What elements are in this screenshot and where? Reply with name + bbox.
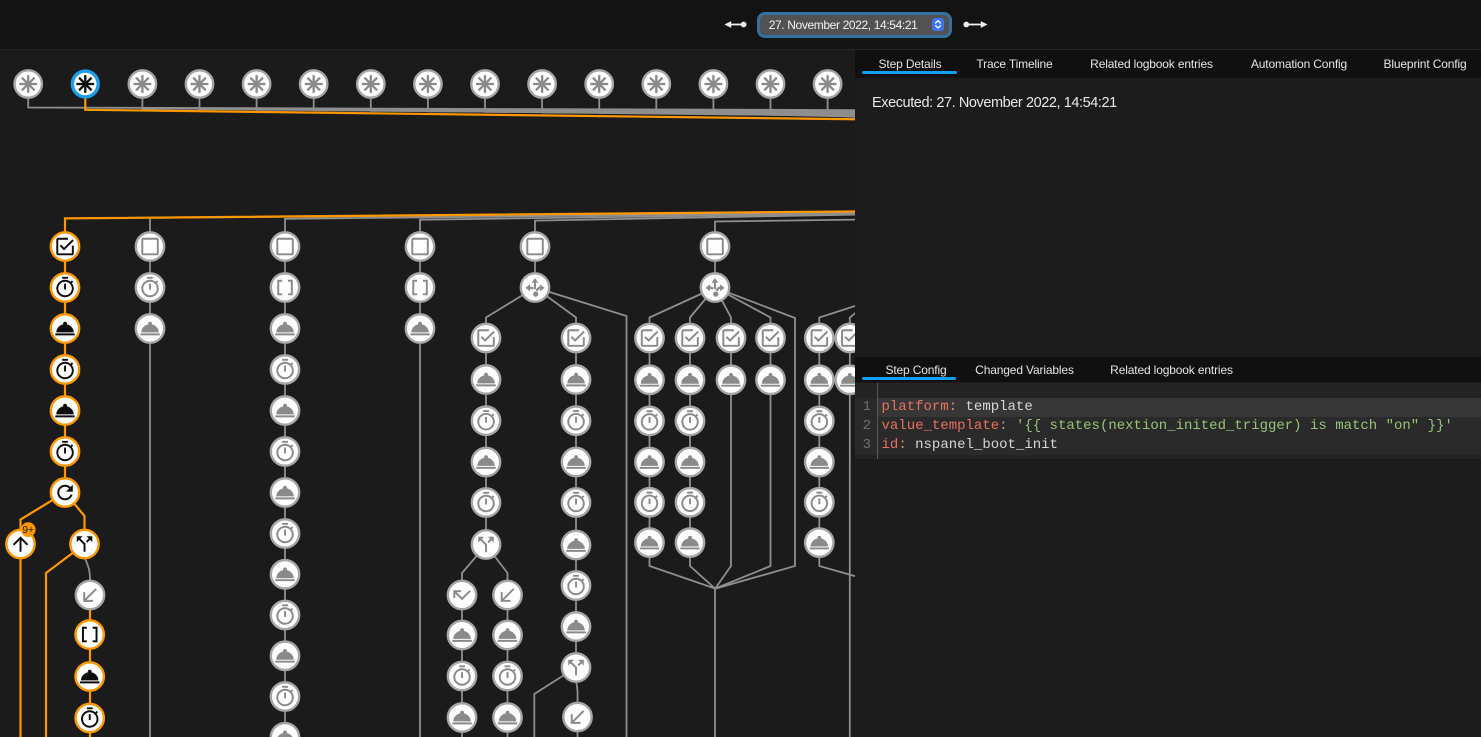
svg-text:9+: 9+ <box>22 524 34 536</box>
